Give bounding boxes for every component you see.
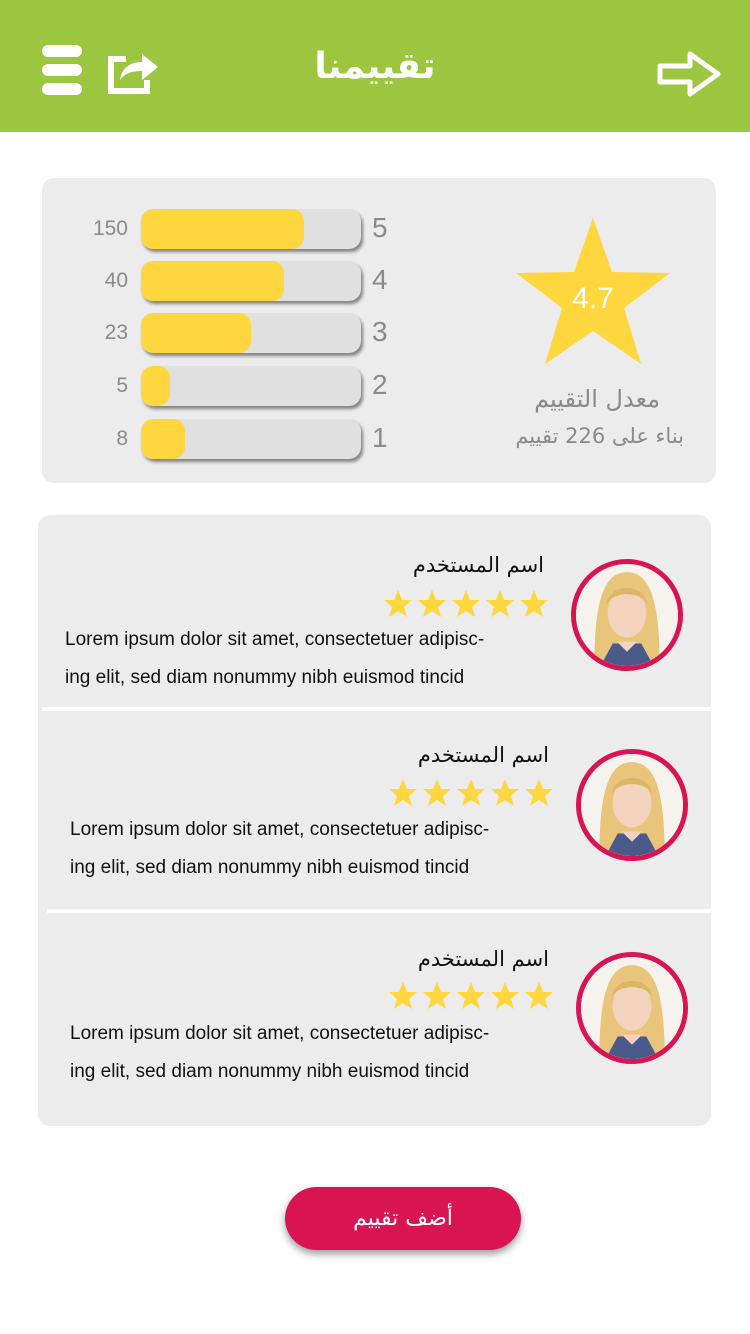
average-rating-value: 4.7 <box>572 282 614 315</box>
rating-count: 8 <box>116 427 128 450</box>
rating-bar-row: 40 4 <box>42 261 422 303</box>
review-text: Lorem ipsum dolor sit amet, consectetuer… <box>70 811 570 887</box>
star-icon <box>457 779 485 806</box>
avatar[interactable] <box>571 559 683 671</box>
average-rating-label: معدل التقييم <box>534 385 660 413</box>
rating-bar-track <box>141 261 361 301</box>
rating-bar-track <box>141 209 361 249</box>
star-icon <box>525 982 553 1009</box>
star-icon <box>423 779 451 806</box>
rating-summary-card: 150 5 40 4 23 3 5 2 8 1 4.7 معدل التقييم… <box>42 178 716 483</box>
star-icon <box>418 590 446 617</box>
rating-bar-track <box>141 313 361 353</box>
rating-star-label: 5 <box>372 212 388 243</box>
page-title: تقييمنا <box>314 46 436 87</box>
review-username: اسم المستخدم <box>412 553 544 577</box>
review-text-line: ing elit, sed diam nonummy nibh euismod … <box>70 1061 470 1082</box>
rating-bar-fill <box>141 366 170 406</box>
rating-count: 23 <box>104 321 128 344</box>
rating-bar-row: 150 5 <box>42 209 422 251</box>
rating-count: 150 <box>92 217 128 240</box>
review-text-line: Lorem ipsum dolor sit amet, consectetuer… <box>70 819 490 840</box>
rating-count: 5 <box>116 374 128 397</box>
rating-star-label: 4 <box>372 264 388 295</box>
add-review-button[interactable]: أضف تقييم <box>285 1187 521 1250</box>
review-text-line: ing elit, sed diam nonummy nibh euismod … <box>65 667 465 688</box>
star-icon <box>525 779 553 806</box>
rating-star-label: 3 <box>372 316 388 347</box>
rating-star-label: 1 <box>372 422 388 453</box>
review-stars <box>383 589 549 619</box>
rating-star-label: 2 <box>372 369 388 400</box>
rating-count: 40 <box>104 269 128 292</box>
review-stars <box>388 778 554 808</box>
review-username: اسم المستخدم <box>417 743 549 767</box>
review-item: اسم المستخدم Lorem ipsum dolor sit amet,… <box>38 711 711 907</box>
rating-count-label: بناء على 226 تقييم <box>515 424 684 448</box>
reviews-list: اسم المستخدم Lorem ipsum dolor sit amet,… <box>38 515 711 1126</box>
rating-bar-fill <box>141 313 251 353</box>
review-item: اسم المستخدم Lorem ipsum dolor sit amet,… <box>38 913 711 1109</box>
star-icon <box>491 982 519 1009</box>
avatar[interactable] <box>576 952 688 1064</box>
star-icon <box>389 982 417 1009</box>
app-header: تقييمنا <box>0 0 750 132</box>
arrow-right-icon[interactable] <box>656 50 722 98</box>
review-username: اسم المستخدم <box>417 947 549 971</box>
review-text-line: Lorem ipsum dolor sit amet, consectetuer… <box>65 629 485 650</box>
star-icon <box>491 779 519 806</box>
star-icon <box>520 590 548 617</box>
avatar[interactable] <box>576 749 688 861</box>
star-icon <box>423 982 451 1009</box>
rating-bar-track <box>141 419 361 459</box>
star-icon <box>452 590 480 617</box>
rating-bar-row: 23 3 <box>42 313 422 355</box>
review-text-line: Lorem ipsum dolor sit amet, consectetuer… <box>70 1023 490 1044</box>
rating-bar-track <box>141 366 361 406</box>
review-text: Lorem ipsum dolor sit amet, consectetuer… <box>70 1015 570 1091</box>
review-item: اسم المستخدم Lorem ipsum dolor sit amet,… <box>38 515 711 711</box>
review-stars <box>388 981 554 1011</box>
rating-bar-fill <box>141 209 304 249</box>
star-icon <box>486 590 514 617</box>
rating-bar-fill <box>141 419 185 459</box>
review-text-line: ing elit, sed diam nonummy nibh euismod … <box>70 857 470 878</box>
review-text: Lorem ipsum dolor sit amet, consectetuer… <box>65 621 565 697</box>
rating-bar-row: 5 2 <box>42 366 422 408</box>
rating-bar-row: 8 1 <box>42 419 422 461</box>
star-icon <box>389 779 417 806</box>
star-icon <box>457 982 485 1009</box>
rating-bar-fill <box>141 261 284 301</box>
star-icon <box>384 590 412 617</box>
